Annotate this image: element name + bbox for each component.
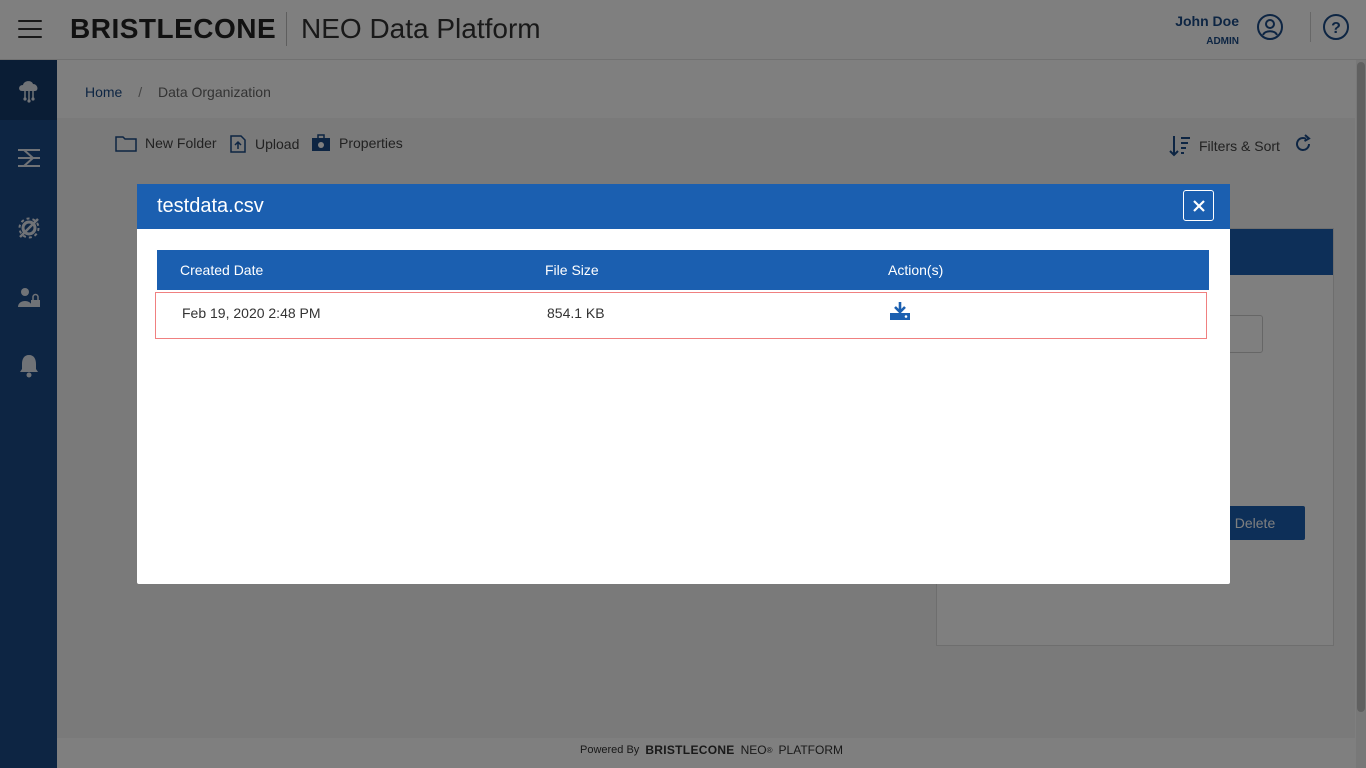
column-header-file-size: File Size (545, 262, 599, 278)
column-header-actions: Action(s) (888, 262, 944, 278)
download-icon[interactable] (889, 301, 911, 321)
cell-created-date: Feb 19, 2020 2:48 PM (182, 305, 321, 321)
column-header-created-date: Created Date (180, 262, 264, 278)
table-header: Created Date File Size Action(s) (157, 250, 1209, 290)
file-versions-modal: testdata.csv Created Date File Size Acti… (137, 184, 1230, 584)
table-row: Feb 19, 2020 2:48 PM 854.1 KB (155, 292, 1207, 339)
cell-file-size: 854.1 KB (547, 305, 605, 321)
modal-close-button[interactable] (1183, 190, 1214, 221)
modal-header: testdata.csv (137, 184, 1230, 229)
close-icon (1192, 199, 1205, 212)
modal-title: testdata.csv (157, 195, 264, 217)
